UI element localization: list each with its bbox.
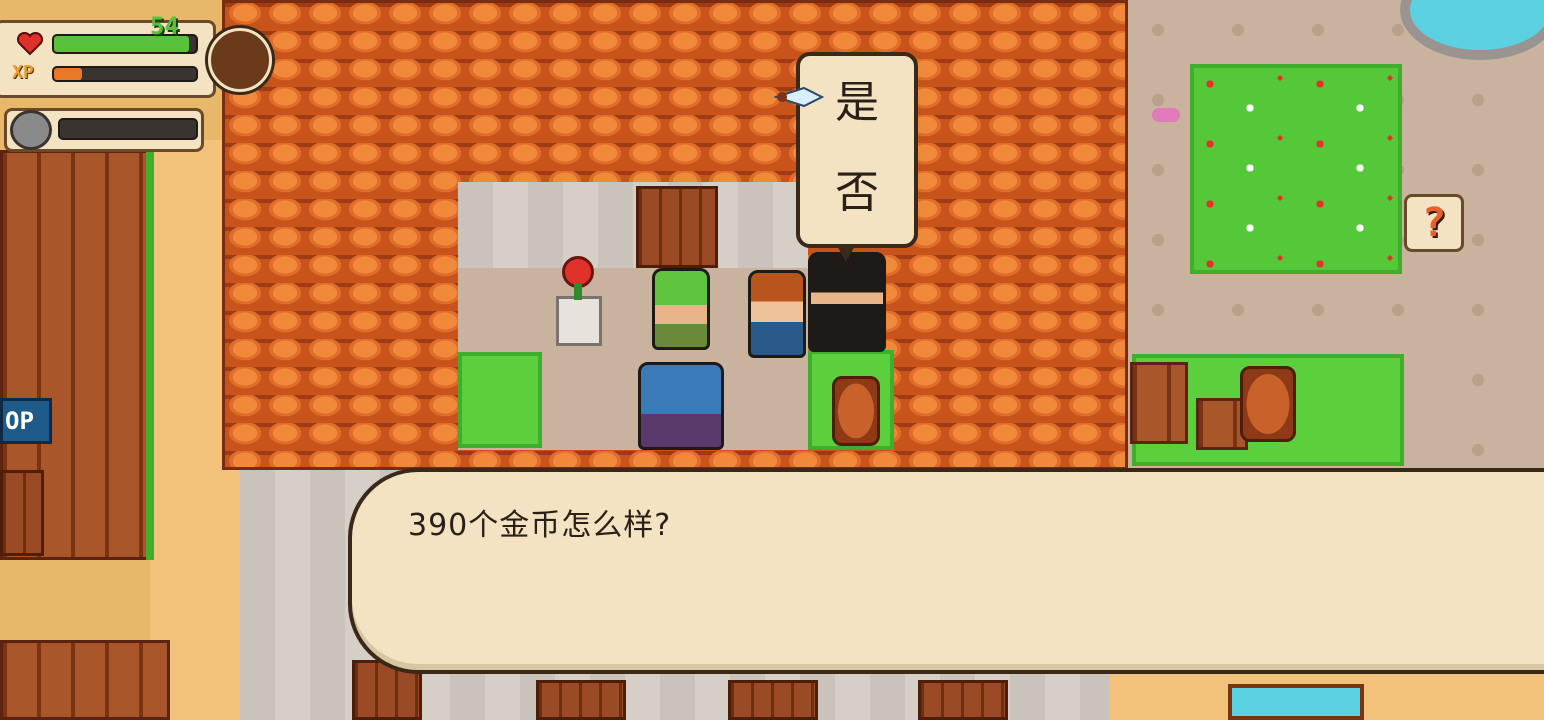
pet-bar	[58, 118, 198, 140]
npc-witch-merchant[interactable]	[808, 252, 886, 352]
lower-pool	[1228, 684, 1364, 720]
lower-door-4	[918, 680, 1008, 720]
npc-blue-creature[interactable]	[638, 362, 724, 450]
flower-stem	[574, 284, 582, 300]
health-value: 54	[150, 12, 179, 40]
heart-icon	[16, 31, 44, 56]
xp-icon: XP	[12, 62, 34, 83]
selection-pointer-icon	[772, 86, 825, 108]
lower-door-2	[536, 680, 626, 720]
shop-sign-text: OP	[5, 407, 34, 435]
hint-button[interactable]: ?	[1404, 194, 1464, 252]
courtyard-door	[636, 186, 718, 268]
player-character[interactable]	[748, 270, 806, 358]
player-portrait-icon[interactable]	[208, 28, 272, 92]
butterfly	[1152, 108, 1180, 122]
choice-no-label: 否	[835, 167, 879, 218]
courtyard-wall	[458, 182, 808, 268]
courtyard-barrel	[832, 376, 880, 446]
dialogue-text: 390个金币怎么样?	[408, 508, 672, 543]
left-shop-door	[0, 470, 44, 556]
question-mark-icon: ?	[1421, 200, 1447, 246]
xp-bar-fill	[54, 68, 83, 80]
pet-portrait-icon[interactable]	[10, 110, 52, 150]
lower-door-3	[728, 680, 818, 720]
left-shop-grass-border	[146, 150, 154, 560]
flower-pot	[556, 296, 602, 346]
left-lower-building	[0, 640, 170, 720]
choice-option-no[interactable]: 否	[796, 156, 918, 226]
left-shop-sign: OP	[0, 398, 52, 444]
xp-bar	[52, 66, 198, 82]
crate-left	[1130, 362, 1188, 444]
dialogue-box[interactable]	[348, 468, 1544, 674]
npc-green-hair[interactable]	[652, 268, 710, 350]
choice-bubble-tail	[836, 244, 856, 262]
courtyard-grass-left	[458, 352, 542, 448]
plaza-barrel	[1240, 366, 1296, 442]
flower-bed	[1190, 64, 1402, 274]
